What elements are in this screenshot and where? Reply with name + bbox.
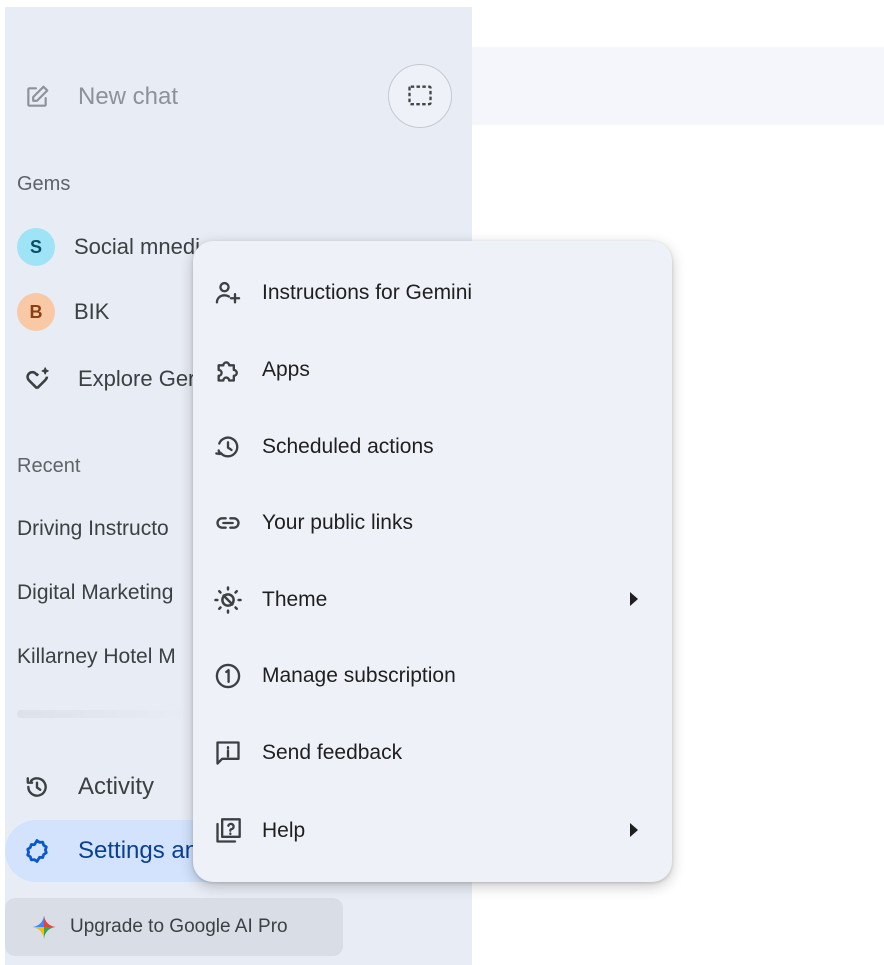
gem-avatar-b: B	[17, 293, 55, 331]
new-chat-button[interactable]: New chat	[5, 67, 365, 127]
gems-section-title: Gems	[17, 173, 71, 195]
gemini-spark-icon	[31, 914, 57, 940]
person-spark-icon	[213, 278, 243, 308]
puzzle-icon	[213, 355, 243, 385]
upgrade-label: Upgrade to Google AI Pro	[70, 916, 288, 937]
schedule-icon	[213, 432, 243, 462]
gem-label: Social mnedi	[74, 234, 200, 259]
menu-item-send-feedback[interactable]: Send feedback	[193, 719, 672, 787]
theme-icon	[213, 585, 243, 615]
gem-spark-icon	[22, 364, 52, 394]
feedback-icon	[213, 738, 243, 768]
recent-chat-item[interactable]: Killarney Hotel M	[17, 645, 176, 669]
recent-section-title: Recent	[17, 455, 81, 477]
activity-label: Activity	[78, 773, 155, 800]
recent-list-fade	[17, 710, 187, 718]
menu-item-scheduled-actions[interactable]: Scheduled actions	[193, 413, 672, 481]
menu-item-theme[interactable]: Theme	[193, 566, 672, 634]
recent-chat-item[interactable]: Driving Instructo	[17, 517, 169, 541]
new-chat-label: New chat	[78, 83, 179, 110]
temporary-chat-icon	[406, 82, 434, 110]
gem-avatar-s: S	[17, 228, 55, 266]
help-icon	[213, 816, 243, 846]
explore-gems-label: Explore Ger	[78, 366, 196, 391]
menu-item-label: Scheduled actions	[262, 435, 434, 458]
menu-item-label: Theme	[262, 588, 328, 611]
history-icon	[23, 773, 51, 801]
gem-label: BIK	[74, 299, 110, 324]
submenu-arrow-icon	[630, 823, 638, 837]
upgrade-button[interactable]: Upgrade to Google AI Pro	[5, 898, 343, 956]
menu-item-label: Manage subscription	[262, 664, 456, 687]
menu-item-label: Your public links	[262, 511, 413, 534]
settings-help-menu: Instructions for Gemini Apps Scheduled a…	[193, 241, 672, 882]
menu-item-public-links[interactable]: Your public links	[193, 489, 672, 557]
settings-icon	[23, 837, 51, 865]
menu-item-label: Instructions for Gemini	[262, 281, 473, 304]
menu-item-manage-subscription[interactable]: Manage subscription	[193, 642, 672, 710]
edit-icon	[23, 83, 51, 111]
menu-item-help[interactable]: Help	[193, 797, 672, 865]
menu-item-apps[interactable]: Apps	[193, 336, 672, 404]
temporary-chat-button[interactable]	[388, 64, 452, 128]
top-bar-strip	[472, 47, 884, 125]
subscription-icon	[213, 661, 243, 691]
menu-item-instructions[interactable]: Instructions for Gemini	[193, 259, 672, 327]
recent-chat-item[interactable]: Digital Marketing	[17, 581, 173, 605]
menu-item-label: Help	[262, 819, 306, 842]
menu-item-label: Send feedback	[262, 741, 403, 764]
menu-item-label: Apps	[262, 358, 310, 381]
link-icon	[213, 508, 243, 538]
submenu-arrow-icon	[630, 592, 638, 606]
